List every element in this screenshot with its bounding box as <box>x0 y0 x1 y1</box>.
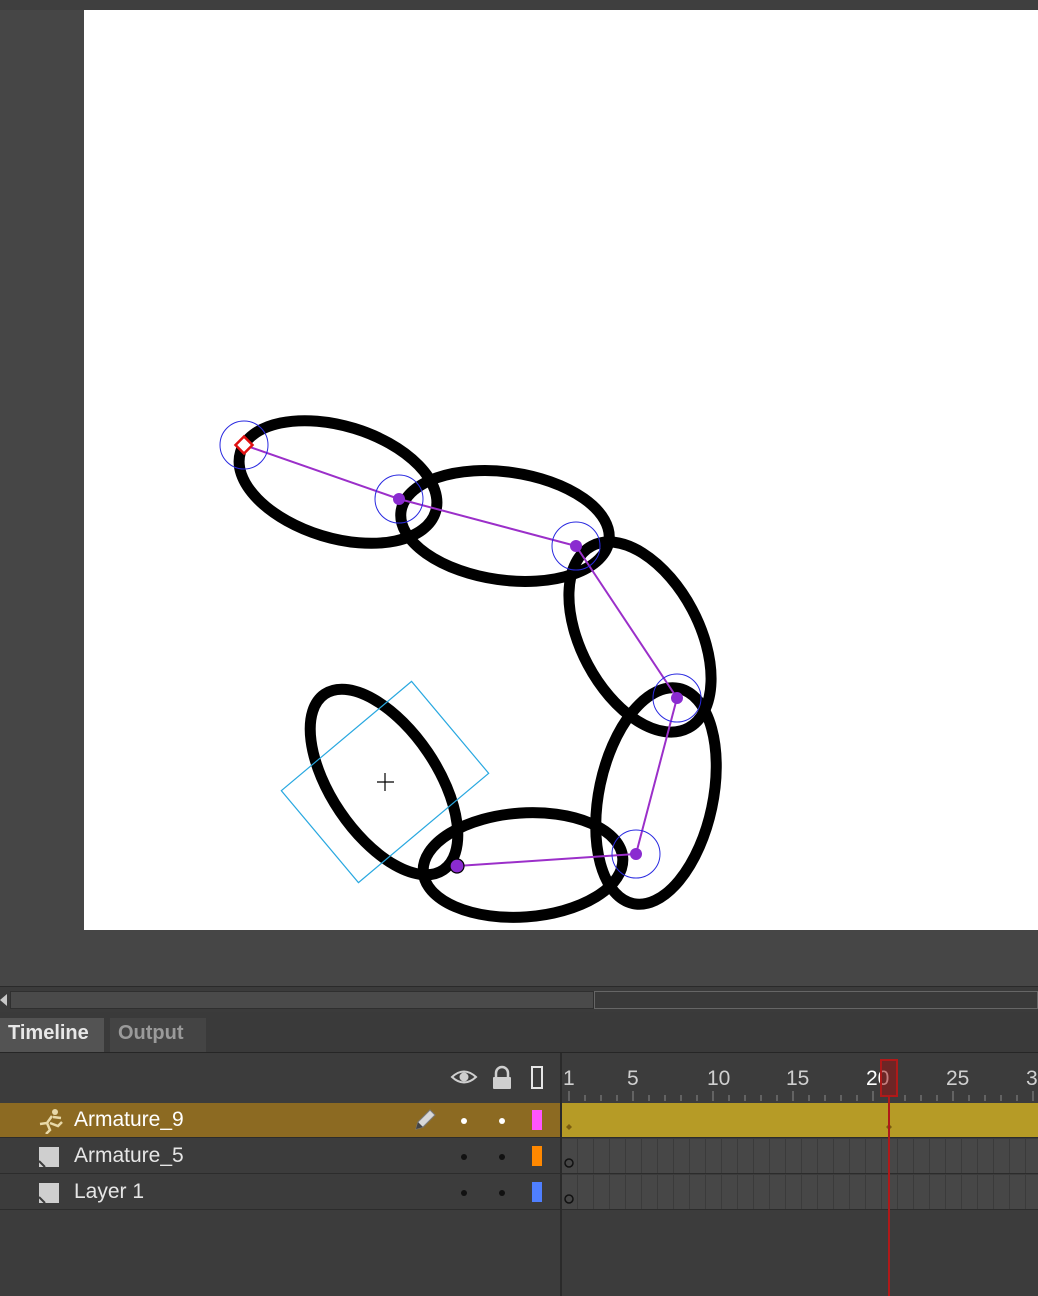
ruler-label-25: 25 <box>946 1067 970 1090</box>
outline-icon[interactable] <box>530 1065 544 1091</box>
ruler-label-15: 15 <box>786 1067 810 1090</box>
stage-canvas[interactable] <box>0 0 1038 986</box>
empty-keyframe <box>564 1194 574 1204</box>
frame-row-armature-5[interactable] <box>562 1139 1038 1174</box>
layer-color-swatch[interactable] <box>532 1110 542 1130</box>
frame-ruler[interactable]: 1 5 10 15 20 25 3 <box>562 1053 1038 1103</box>
ruler-label-5: 5 <box>627 1067 639 1090</box>
scroll-thumb[interactable] <box>594 991 1038 1009</box>
ruler-label-30: 3 <box>1026 1067 1038 1090</box>
visibility-dot[interactable] <box>461 1154 467 1160</box>
lock-icon[interactable] <box>490 1065 514 1091</box>
scroll-left-arrow-icon[interactable] <box>0 994 7 1006</box>
frame-row-layer-1[interactable] <box>562 1175 1038 1210</box>
lock-dot[interactable] <box>499 1154 505 1160</box>
layer-color-swatch[interactable] <box>532 1182 542 1202</box>
stage-area <box>0 0 1038 986</box>
layer-page-icon <box>38 1147 59 1168</box>
armature-layer-icon <box>39 1109 63 1134</box>
joint-6 <box>449 858 465 874</box>
playhead[interactable] <box>880 1059 898 1097</box>
frame-row-armature-9[interactable] <box>562 1103 1038 1138</box>
frames-area[interactable]: 1 5 10 15 20 25 3 <box>562 1053 1038 1296</box>
eye-icon[interactable] <box>450 1065 478 1089</box>
ruler-label-10: 10 <box>707 1067 731 1090</box>
visibility-dot[interactable] <box>461 1118 467 1124</box>
joint-5 <box>630 848 642 860</box>
pose-keyframe-1 <box>566 1124 572 1130</box>
scroll-track[interactable] <box>10 991 594 1009</box>
pose-keyframes <box>566 1124 892 1130</box>
joint-4 <box>671 692 683 704</box>
panel-tabs: Timeline Output <box>0 1012 1038 1053</box>
layer-page-icon <box>38 1183 59 1204</box>
layer-name[interactable]: Layer 1 <box>74 1180 144 1204</box>
horizontal-scrollbar[interactable] <box>0 986 1038 1013</box>
lock-dot[interactable] <box>499 1118 505 1124</box>
layer-name[interactable]: Armature_9 <box>74 1108 184 1132</box>
joint-3 <box>570 540 582 552</box>
pencil-icon[interactable] <box>412 1107 438 1133</box>
ruler-label-1: 1 <box>563 1067 575 1090</box>
lock-dot[interactable] <box>499 1190 505 1196</box>
tab-output[interactable]: Output <box>110 1018 206 1052</box>
layer-name[interactable]: Armature_5 <box>74 1144 184 1168</box>
layer-color-swatch[interactable] <box>532 1146 542 1166</box>
tab-timeline[interactable]: Timeline <box>0 1018 104 1052</box>
empty-keyframe <box>564 1158 574 1168</box>
timeline-panel: Armature_9 Armature_5 Layer 1 1 5 10 15 … <box>0 1053 1038 1296</box>
stage-white-canvas <box>84 10 1038 930</box>
playhead-line[interactable] <box>888 1097 890 1296</box>
joint-2 <box>393 493 405 505</box>
visibility-dot[interactable] <box>461 1190 467 1196</box>
layers-column: Armature_9 Armature_5 Layer 1 <box>0 1053 560 1296</box>
layer-row-armature-5[interactable]: Armature_5 <box>0 1139 560 1174</box>
layer-row-armature-9[interactable]: Armature_9 <box>0 1103 560 1138</box>
layer-row-layer-1[interactable]: Layer 1 <box>0 1175 560 1210</box>
